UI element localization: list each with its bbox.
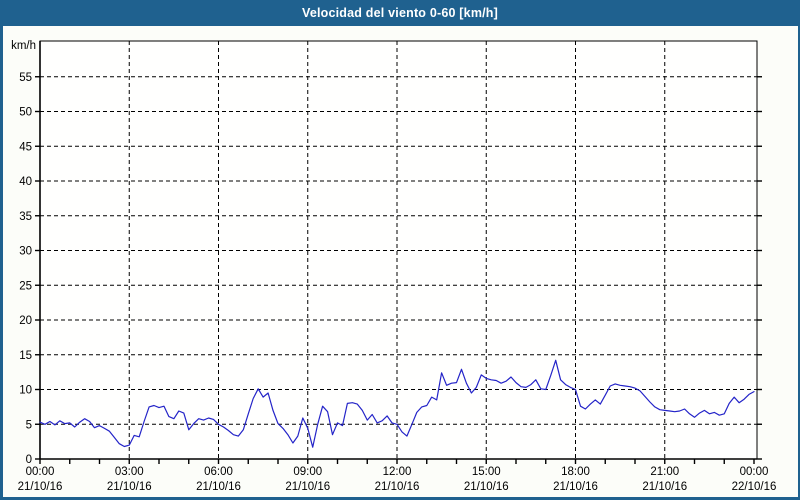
x-axis-date-label: 21/10/16 — [285, 481, 330, 493]
x-axis-date-label: 21/10/16 — [375, 481, 420, 493]
y-axis-tick-label: 35 — [19, 211, 32, 223]
y-axis-tick-label: 5 — [26, 419, 32, 431]
x-axis-time-label: 03:00 — [115, 466, 144, 478]
y-axis-tick-label: 45 — [19, 141, 32, 153]
y-axis-tick-label: 0 — [26, 454, 32, 466]
x-axis-time-label: 09:00 — [293, 466, 322, 478]
x-axis-time-label: 06:00 — [204, 466, 233, 478]
x-axis-date-label: 21/10/16 — [553, 481, 598, 493]
x-axis-date-label: 21/10/16 — [642, 481, 687, 493]
y-axis-tick-label: 10 — [19, 385, 32, 397]
y-axis-tick-label: 20 — [19, 315, 32, 327]
x-axis-date-label: 21/10/16 — [107, 481, 152, 493]
y-axis-tick-label: 55 — [19, 72, 32, 84]
chart-area: 0 5 10 15 20 25 30 35 40 45 50 55 km/h 00:00 21/10/16 0… — [0, 26, 800, 500]
wind-speed-chart: 0 5 10 15 20 25 30 35 40 45 50 55 km/h 00:00 21/10/16 0… — [0, 26, 800, 500]
x-axis-date-label: 21/10/16 — [18, 481, 63, 493]
y-axis-unit-label: km/h — [11, 40, 36, 52]
y-axis-tick-label: 40 — [19, 176, 32, 188]
x-axis-date-label: 22/10/16 — [732, 481, 777, 493]
x-axis-time-label: 18:00 — [561, 466, 590, 478]
chart-window: Velocidad del viento 0-60 [km/h] 0 5 10 15 2… — [0, 0, 800, 500]
x-axis-time-label: 12:00 — [383, 466, 412, 478]
x-axis-time-label: 00:00 — [26, 466, 55, 478]
y-axis-tick-label: 15 — [19, 350, 32, 362]
y-axis-tick-label: 25 — [19, 280, 32, 292]
x-axis-date-label: 21/10/16 — [464, 481, 509, 493]
chart-title: Velocidad del viento 0-60 [km/h] — [301, 6, 499, 20]
y-axis-tick-label: 30 — [19, 246, 32, 258]
x-axis-time-label: 00:00 — [740, 466, 769, 478]
y-axis-tick-label: 50 — [19, 107, 32, 119]
x-axis-time-label: 21:00 — [650, 466, 679, 478]
x-axis-time-label: 15:00 — [472, 466, 501, 478]
x-axis-date-label: 21/10/16 — [196, 481, 241, 493]
chart-title-bar: Velocidad del viento 0-60 [km/h] — [0, 0, 800, 27]
